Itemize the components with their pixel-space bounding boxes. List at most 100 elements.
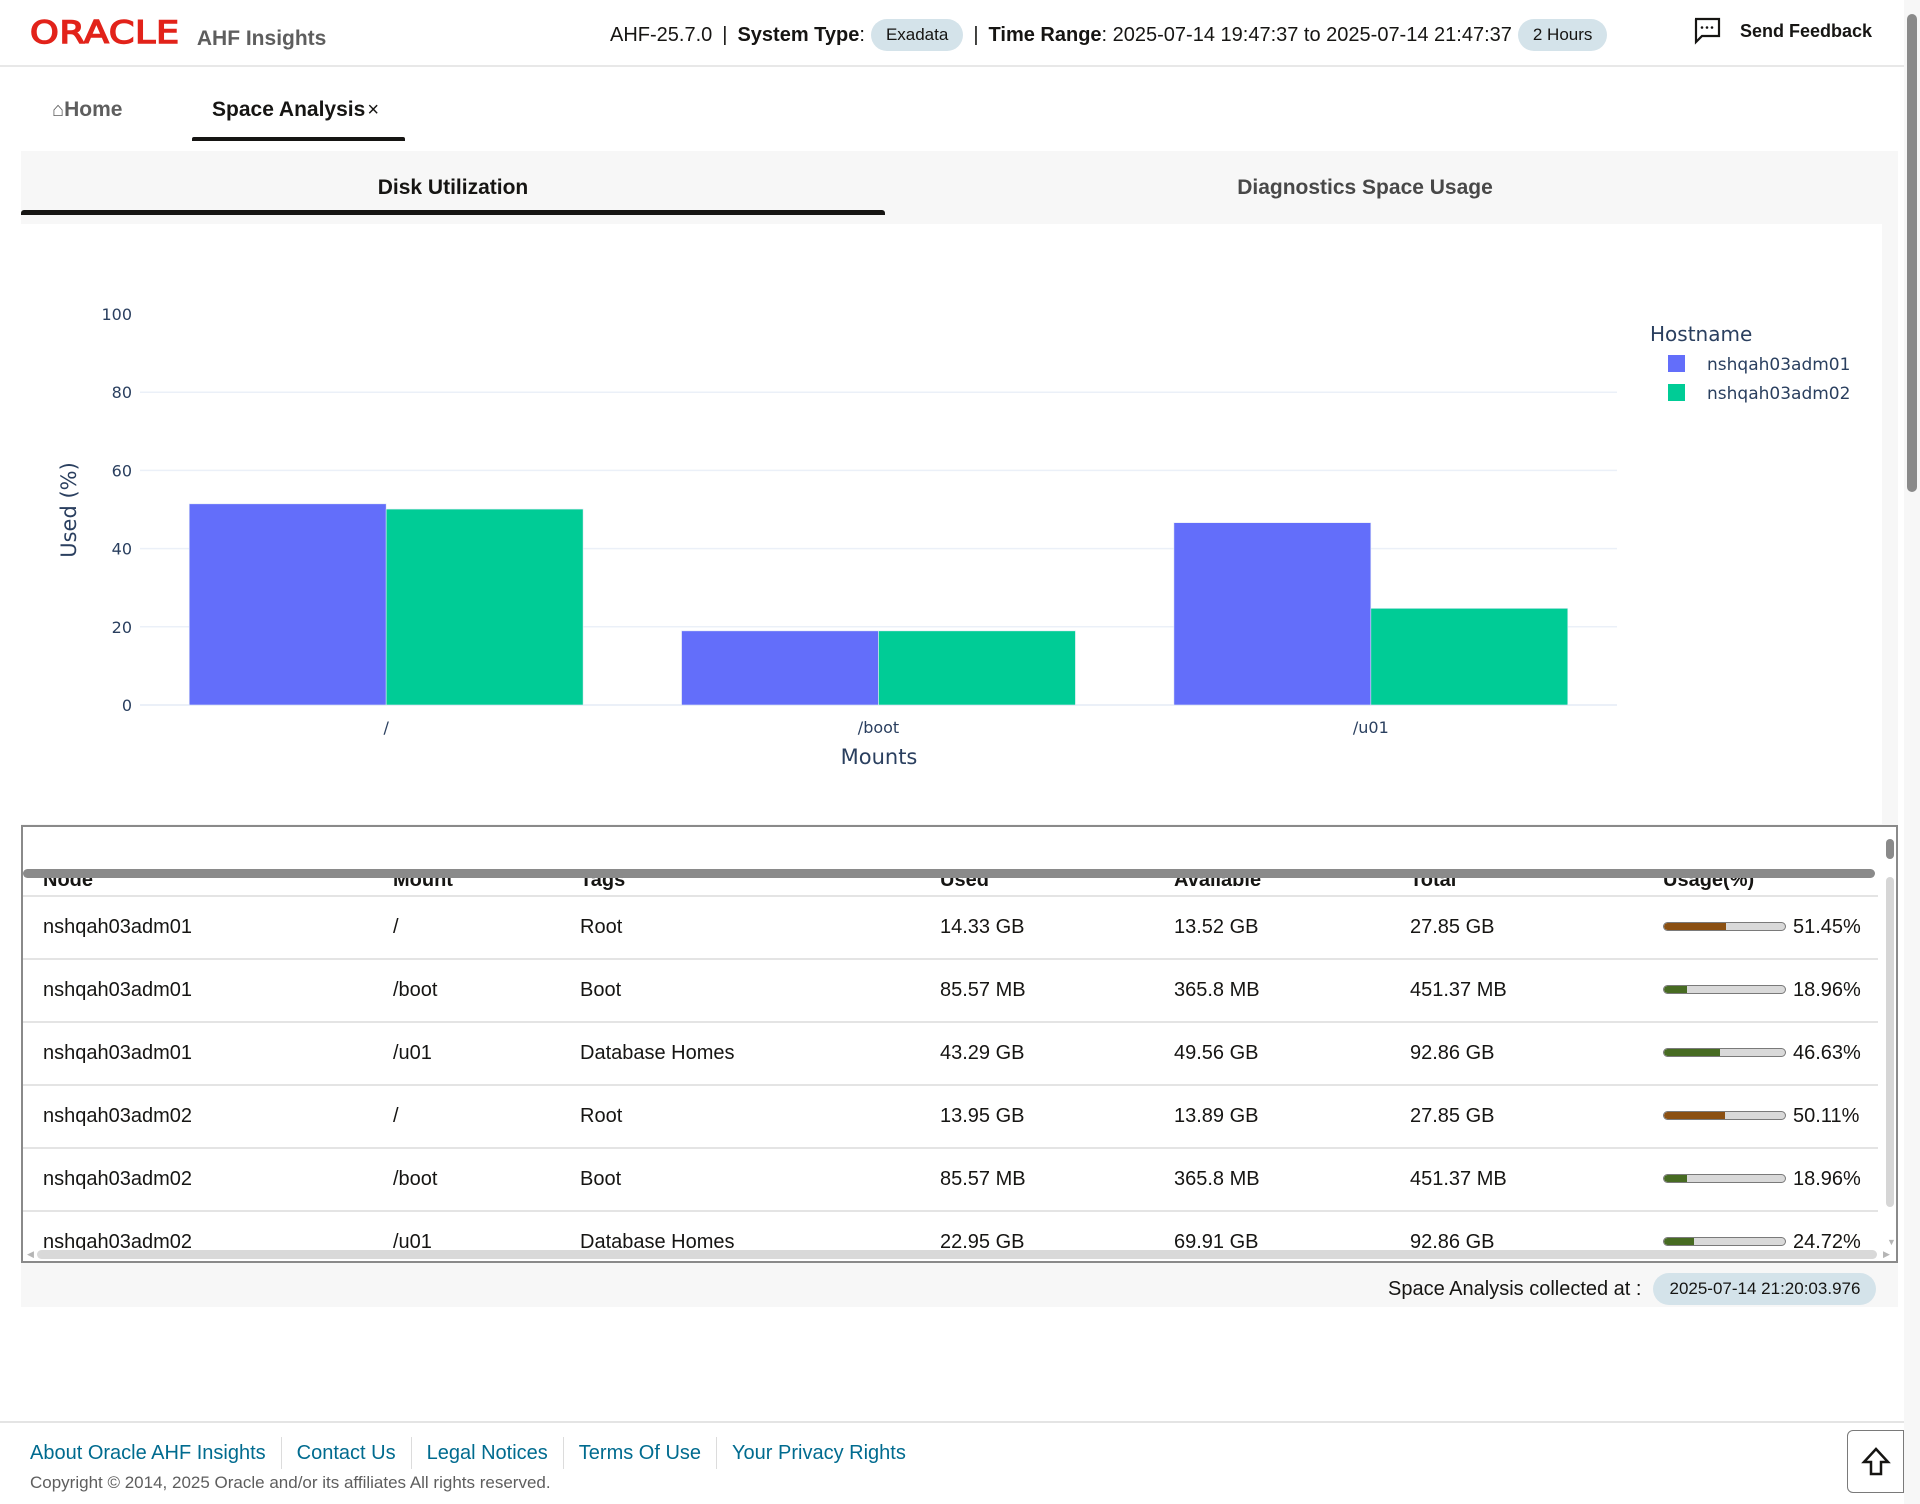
cell-mount: /boot — [393, 1168, 438, 1190]
bar-nshqah03adm01-/boot[interactable] — [681, 630, 879, 706]
scroll-left-icon[interactable]: ◀ — [27, 1249, 34, 1260]
table-row[interactable]: nshqah03adm01 / Root 14.33 GB 13.52 GB 27.85 … — [23, 895, 1878, 958]
legend-item[interactable]: nshqah03adm02 — [1668, 384, 1850, 404]
cell-usage-percent: 18.96% — [1793, 979, 1861, 1001]
scroll-down-icon[interactable]: ▼ — [1887, 1237, 1896, 1247]
usage-progress-bar — [1663, 922, 1786, 931]
cell-available: 13.89 GB — [1174, 1105, 1259, 1127]
cell-available: 365.8 MB — [1174, 1168, 1260, 1190]
x-axis-ticks: / /boot/u01 — [383, 718, 1388, 737]
collected-at-timestamp: 2025-07-14 21:20:03.976 — [1653, 1273, 1877, 1305]
copyright: Copyright © 2014, 2025 Oracle and/or its… — [30, 1473, 551, 1492]
table-header: Node Mount Tags Used Available Total Usa… — [23, 827, 1878, 897]
x-tick-label: /u01 — [1353, 718, 1389, 737]
table-vertical-scroll-thumb[interactable] — [1886, 839, 1894, 859]
cell-mount: / — [393, 916, 399, 938]
footer-links: About Oracle AHF Insights Contact Us Leg… — [30, 1437, 921, 1469]
y-tick-label: 0 — [122, 696, 132, 715]
usage-progress-fill — [1664, 1238, 1694, 1245]
usage-progress-bar — [1663, 1237, 1786, 1246]
cell-node: nshqah03adm01 — [43, 916, 193, 938]
legend-title: Hostname — [1650, 322, 1752, 346]
cell-mount: /boot — [393, 979, 438, 1001]
cell-usage-percent: 46.63% — [1793, 1042, 1861, 1064]
usage-progress-fill — [1664, 923, 1727, 930]
table-row[interactable]: nshqah03adm01/boot Boot 85.57 MB 365.8 MB 45… — [23, 958, 1878, 1021]
cell-usage-percent: 18.96% — [1793, 1168, 1861, 1190]
usage-progress-fill — [1664, 1112, 1725, 1119]
y-tick-label: 100 — [101, 305, 132, 324]
cell-tags: Root — [580, 916, 623, 938]
legend-swatch — [1668, 384, 1685, 401]
cell-tags: Root — [580, 1105, 623, 1127]
usage-progress-fill — [1664, 1175, 1687, 1182]
bar-nshqah03adm02-/boot[interactable] — [878, 630, 1076, 706]
cell-available: 13.52 GB — [1174, 916, 1259, 938]
disk-usage-table: Node Mount Tags Used Available Total Usa… — [21, 825, 1898, 1263]
cell-tags: Boot — [580, 1168, 622, 1190]
cell-mount: /u01 — [393, 1042, 432, 1064]
footer-link-terms[interactable]: Terms Of Use — [562, 1437, 716, 1469]
cell-node: nshqah03adm01 — [43, 1042, 193, 1064]
usage-progress-bar — [1663, 1111, 1786, 1120]
usage-progress-bar — [1663, 1174, 1786, 1183]
cell-total: 451.37 MB — [1410, 979, 1507, 1001]
bar-nshqah03adm01-/u01[interactable] — [1173, 522, 1372, 706]
footer-link-privacy[interactable]: Your Privacy Rights — [716, 1437, 921, 1469]
table-row[interactable]: nshqah03adm01/u01 Database Homes 43.29 GB 4… — [23, 1021, 1878, 1084]
x-tick-label: /boot — [858, 718, 899, 737]
bar-nshqah03adm02-/u01[interactable] — [1370, 608, 1569, 706]
collected-at-label: Space Analysis collected at : — [1388, 1277, 1642, 1300]
legend-item[interactable]: nshqah03adm01 — [1668, 355, 1850, 375]
cell-usage-percent: 50.11% — [1793, 1105, 1860, 1127]
bar-nshqah03adm02-/[interactable] — [385, 508, 584, 706]
legend-label: nshqah03adm01 — [1707, 355, 1850, 375]
disk-utilization-chart: 020406080100 //boot/u01 Used (%) Mounts … — [57, 305, 1850, 769]
cell-used: 85.57 MB — [940, 979, 1026, 1001]
footer-link-legal[interactable]: Legal Notices — [410, 1437, 563, 1469]
cell-node: nshqah03adm02 — [43, 1168, 193, 1190]
cell-total: 451.37 MB — [1410, 1168, 1507, 1190]
table-vertical-scroll-thumb-secondary[interactable] — [1886, 877, 1894, 1207]
footer-link-contact[interactable]: Contact Us — [280, 1437, 411, 1469]
legend-swatch — [1668, 355, 1685, 372]
footer: About Oracle AHF Insights Contact Us Leg… — [0, 1421, 1904, 1504]
bars — [188, 503, 1569, 706]
cell-available: 49.56 GB — [1174, 1042, 1259, 1064]
arrow-up-icon — [1860, 1446, 1891, 1475]
usage-progress-fill — [1664, 986, 1687, 993]
scroll-right-icon[interactable]: ▶ — [1883, 1249, 1890, 1260]
cell-node: nshqah03adm01 — [43, 979, 193, 1001]
y-axis-title: Used (%) — [57, 462, 81, 558]
y-tick-label: 40 — [112, 540, 132, 559]
cell-node: nshqah03adm02 — [43, 1105, 193, 1127]
cell-tags: Database Homes — [580, 1042, 735, 1064]
cell-used: 85.57 MB — [940, 1168, 1026, 1190]
usage-progress-bar — [1663, 1048, 1786, 1057]
x-tick-label: / — [383, 718, 389, 737]
legend-label: nshqah03adm02 — [1707, 384, 1850, 404]
y-axis-ticks: 0 20 40 60 80 100 — [101, 305, 132, 715]
usage-progress-fill — [1664, 1049, 1721, 1056]
table-row[interactable]: nshqah03adm02 / Root 13.95 GB 13.89 GB 27.85 … — [23, 1084, 1878, 1147]
y-tick-label: 80 — [112, 383, 132, 402]
table-row[interactable]: nshqah03adm02/boot Boot 85.57 MB 365.8 MB 45… — [23, 1147, 1878, 1210]
cell-total: 27.85 GB — [1410, 916, 1495, 938]
cell-used: 13.95 GB — [940, 1105, 1025, 1127]
cell-total: 27.85 GB — [1410, 1105, 1495, 1127]
collected-at: Space Analysis collected at : 2025-07-14… — [1388, 1273, 1877, 1305]
legend: Hostname nshqah03adm01 nshqah03adm02 — [1650, 322, 1850, 404]
usage-progress-bar — [1663, 985, 1786, 994]
cell-available: 365.8 MB — [1174, 979, 1260, 1001]
table-horizontal-scrollbar[interactable] — [37, 1250, 1877, 1259]
cell-tags: Boot — [580, 979, 622, 1001]
y-tick-label: 60 — [112, 461, 132, 480]
footer-link-about[interactable]: About Oracle AHF Insights — [30, 1437, 281, 1469]
cell-total: 92.86 GB — [1410, 1042, 1495, 1064]
back-to-top-button[interactable] — [1847, 1430, 1904, 1493]
cell-mount: / — [393, 1105, 399, 1127]
bar-nshqah03adm01-/[interactable] — [188, 503, 387, 706]
page-scroll-thumb[interactable] — [1907, 14, 1917, 492]
table-horizontal-scrollbar-overlay[interactable] — [23, 869, 1875, 878]
cell-used: 43.29 GB — [940, 1042, 1025, 1064]
